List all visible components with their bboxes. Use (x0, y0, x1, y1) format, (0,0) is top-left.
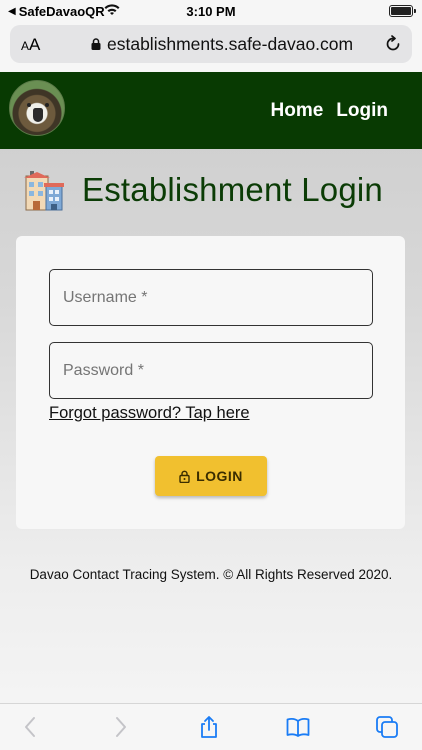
page-title: Establishment Login (82, 171, 383, 208)
url-text[interactable]: establishments.safe-davao.com (107, 34, 353, 55)
browser-address-area: AA establishments.safe-davao.com (0, 22, 422, 72)
title-row: Establishment Login (24, 168, 383, 212)
nav-login-link[interactable]: Login (336, 100, 388, 122)
nav-home-link[interactable]: Home (271, 100, 324, 122)
app-header: Home Login (0, 72, 422, 149)
browser-toolbar (0, 703, 422, 750)
battery-icon (389, 5, 416, 17)
philippine-eagle-logo-icon[interactable] (9, 80, 65, 136)
status-time: 3:10 PM (186, 4, 236, 19)
address-bar[interactable]: AA establishments.safe-davao.com (10, 25, 412, 63)
status-bar: ◀ SafeDavaoQR 3:10 PM (0, 0, 422, 22)
bookmarks-icon[interactable] (286, 715, 310, 739)
text-size-button[interactable]: AA (21, 35, 40, 55)
footer-text: Davao Contact Tracing System. © All Righ… (29, 567, 393, 582)
reload-icon[interactable] (384, 35, 402, 53)
main-nav: Home Login (271, 100, 389, 122)
login-button-label: LOGIN (196, 468, 243, 484)
padlock-icon (179, 470, 190, 483)
forward-icon[interactable] (108, 715, 132, 739)
password-field[interactable]: Password * (49, 342, 373, 399)
building-icon (24, 171, 64, 211)
forgot-password-link[interactable]: Forgot password? Tap here (49, 404, 250, 423)
username-field[interactable]: Username * (49, 269, 373, 326)
tabs-icon[interactable] (375, 715, 399, 739)
login-card: Username * Password * Forgot password? T… (16, 236, 405, 529)
share-icon[interactable] (197, 715, 221, 739)
login-button[interactable]: LOGIN (155, 456, 267, 496)
back-icon[interactable] (19, 715, 43, 739)
lock-icon (91, 38, 101, 50)
